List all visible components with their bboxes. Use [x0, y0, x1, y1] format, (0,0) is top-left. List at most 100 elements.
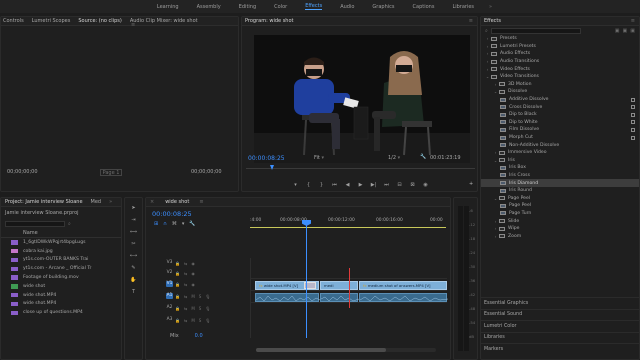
- mix-value[interactable]: 0.0: [195, 333, 203, 339]
- wrench-icon[interactable]: 🔧: [420, 154, 426, 160]
- solo-icon[interactable]: S: [199, 306, 202, 311]
- program-playhead[interactable]: [270, 165, 274, 170]
- marker-icon[interactable]: ▾: [292, 181, 300, 189]
- microphone-icon[interactable]: 🎙: [205, 318, 210, 323]
- track-target-toggle[interactable]: V2: [166, 270, 173, 276]
- slip-tool-icon[interactable]: ⟷: [130, 252, 138, 260]
- hand-tool-icon[interactable]: ✋: [130, 276, 138, 284]
- effects-tree-item[interactable]: Iris Diamond: [481, 179, 639, 187]
- effects-tree-item[interactable]: Dip to White: [481, 119, 639, 127]
- track-target-toggle[interactable]: V3: [166, 260, 173, 266]
- effects-tree-item[interactable]: › Video Effects: [481, 65, 639, 73]
- lift-icon[interactable]: ⊟: [396, 181, 404, 189]
- workspace-tab[interactable]: Learning: [157, 4, 179, 10]
- effects-menu-icon[interactable]: ≡: [631, 18, 635, 24]
- lock-icon[interactable]: 🔒: [175, 282, 180, 287]
- resolution-dropdown[interactable]: 1/2 ▾: [388, 155, 400, 161]
- effects-tree-item[interactable]: ⌄ Iris: [481, 157, 639, 165]
- selection-tool-icon[interactable]: ➤: [130, 204, 138, 212]
- project-item[interactable]: 1_6gtIDWkWPqjrt4bpgLugs: [1, 238, 121, 247]
- solo-icon[interactable]: S: [199, 318, 202, 323]
- yuv-filter-icon[interactable]: ▣: [630, 28, 635, 34]
- sync-lock-icon[interactable]: ⇆: [184, 261, 187, 266]
- source-panel-tab[interactable]: Source: (no clips): [78, 18, 121, 24]
- workspace-tab[interactable]: Audio: [340, 4, 354, 10]
- track-target-toggle[interactable]: A3: [166, 317, 173, 323]
- step-forward-icon[interactable]: ▶|: [370, 181, 378, 189]
- track-select-tool-icon[interactable]: ⇥: [130, 216, 138, 224]
- effects-tree-item[interactable]: › Presets: [481, 35, 639, 43]
- add-button-icon[interactable]: +: [469, 181, 473, 187]
- effects-tree-item[interactable]: ⌄ Page Peel: [481, 194, 639, 202]
- tracks-area[interactable]: fx wide shot.MP4 [V] medi fx medium shot…: [250, 220, 449, 338]
- razor-tool-icon[interactable]: ✂: [130, 240, 138, 248]
- sync-lock-icon[interactable]: ⇆: [184, 271, 187, 276]
- 32bit-filter-icon[interactable]: ▣: [623, 28, 628, 34]
- timeline-ruler[interactable]: :4:00 00:00:08:00 00:00:12:00 00:00:16:00 00…: [250, 216, 446, 226]
- go-to-out-icon[interactable]: ⏭: [383, 181, 391, 189]
- timeline-scrollbar[interactable]: [256, 348, 436, 352]
- lock-icon[interactable]: 🔒: [175, 294, 180, 299]
- mute-icon[interactable]: M: [191, 294, 194, 299]
- project-column-name[interactable]: Name: [1, 229, 121, 238]
- nest-icon[interactable]: ⊞: [154, 221, 158, 227]
- overflow-icon[interactable]: »: [489, 4, 492, 10]
- source-panel-tab[interactable]: Lumetri Scopes: [32, 18, 71, 24]
- lock-icon[interactable]: 🔒: [175, 306, 180, 311]
- project-item[interactable]: wide shot.MP4: [1, 300, 121, 309]
- timeline-menu-icon[interactable]: ≡: [199, 199, 203, 205]
- project-panel-tab[interactable]: Med: [91, 199, 102, 205]
- timeline-playhead[interactable]: [306, 222, 307, 338]
- effects-tree-item[interactable]: › Lumetri Presets: [481, 43, 639, 51]
- snap-icon[interactable]: ∩: [163, 221, 167, 227]
- audio-clip[interactable]: [255, 293, 321, 302]
- track-target-toggle[interactable]: A2: [166, 305, 173, 311]
- effects-tree-item[interactable]: › Wipe: [481, 225, 639, 233]
- sync-lock-icon[interactable]: ⇆: [184, 318, 187, 323]
- pen-tool-icon[interactable]: ✎: [130, 264, 138, 272]
- effects-tree-item[interactable]: Iris Box: [481, 164, 639, 172]
- effects-tree-item[interactable]: › Immersive Video: [481, 149, 639, 157]
- program-menu-icon[interactable]: ≡: [469, 18, 473, 24]
- workspace-tab[interactable]: Graphics: [372, 4, 394, 10]
- effects-search-input[interactable]: [490, 27, 581, 34]
- effects-tree-item[interactable]: ⌄ Video Transitions: [481, 73, 639, 81]
- effects-title[interactable]: Effects: [484, 18, 501, 24]
- lock-icon[interactable]: 🔒: [175, 261, 180, 266]
- audio-clip[interactable]: [359, 293, 449, 302]
- program-timecode[interactable]: 00:00:08:25: [248, 155, 285, 162]
- workspace-tab[interactable]: Assembly: [197, 4, 221, 10]
- effects-tree-item[interactable]: Dip to Black: [481, 111, 639, 119]
- workspace-tab[interactable]: Effects: [305, 3, 323, 10]
- workspace-tab[interactable]: Captions: [413, 4, 435, 10]
- mute-icon[interactable]: M: [191, 318, 194, 323]
- source-panel-tab[interactable]: Controls: [3, 18, 24, 24]
- fit-dropdown[interactable]: Fit ▾: [314, 155, 324, 161]
- sync-lock-icon[interactable]: ⇆: [184, 282, 187, 287]
- export-frame-icon[interactable]: ◉: [422, 181, 430, 189]
- project-panel-tab[interactable]: Project: Jamie interview Sloane: [5, 199, 83, 205]
- effects-tree-item[interactable]: Morph Cut: [481, 134, 639, 142]
- sync-lock-icon[interactable]: ⇆: [184, 306, 187, 311]
- eye-icon[interactable]: ◉: [191, 271, 195, 276]
- effects-tree-item[interactable]: Non-Additive Dissolve: [481, 141, 639, 149]
- microphone-icon[interactable]: 🎙: [205, 306, 210, 311]
- eye-icon[interactable]: ◉: [191, 261, 195, 266]
- timeline-tab[interactable]: wide shot: [165, 199, 189, 205]
- effects-tree-item[interactable]: › Audio Effects: [481, 50, 639, 58]
- video-clip[interactable]: medi: [320, 281, 358, 290]
- effects-tree-item[interactable]: › Zoom: [481, 232, 639, 240]
- program-scrubber[interactable]: [246, 165, 475, 170]
- project-item[interactable]: cobra kai.jpg: [1, 247, 121, 256]
- solo-icon[interactable]: S: [199, 294, 202, 299]
- play-icon[interactable]: ▶: [357, 181, 365, 189]
- panel-menu-icon[interactable]: ≡: [131, 22, 135, 28]
- timeline-settings-icon[interactable]: 🔧: [189, 221, 195, 227]
- type-tool-icon[interactable]: T: [130, 288, 138, 296]
- panel-link[interactable]: Lumetri Color: [481, 320, 639, 332]
- workspace-tab[interactable]: Color: [274, 4, 287, 10]
- track-target-toggle[interactable]: V1: [166, 281, 173, 287]
- sync-lock-icon[interactable]: ⇆: [184, 294, 187, 299]
- accelerated-filter-icon[interactable]: ▣: [615, 28, 620, 34]
- panel-link[interactable]: Markers: [481, 343, 639, 355]
